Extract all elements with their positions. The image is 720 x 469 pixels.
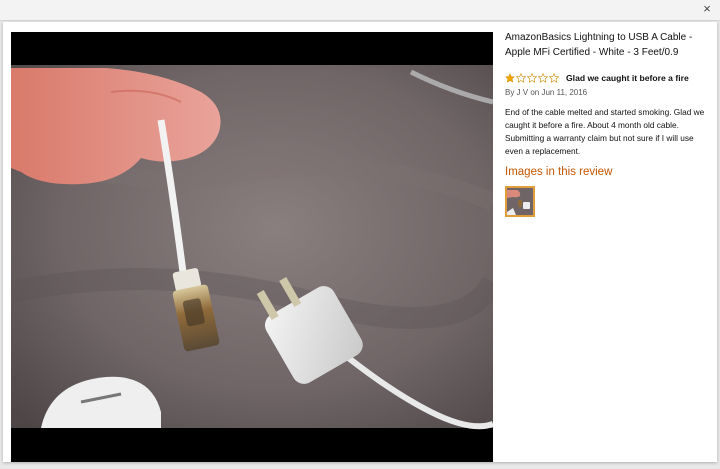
star-empty-icon (516, 73, 526, 83)
close-icon[interactable]: × (703, 1, 711, 16)
star-rating (505, 73, 560, 83)
review-byline: By J V on Jun 11, 2016 (505, 88, 588, 97)
modal-top-bar: × (0, 0, 720, 21)
star-empty-icon (527, 73, 537, 83)
review-photo (11, 32, 493, 462)
review-body: End of the cable melted and started smok… (505, 107, 705, 156)
review-image-modal: × AmazonBasics Lightning to USB A Cable … (0, 0, 720, 469)
images-section-heading: Images in this review (505, 166, 613, 178)
review-title[interactable]: Glad we caught it before a fire (566, 73, 689, 83)
review-image-thumbnail[interactable] (505, 186, 535, 217)
modal-panel: AmazonBasics Lightning to USB A Cable - … (3, 22, 717, 462)
rating-row: Glad we caught it before a fire (505, 71, 711, 85)
close-button[interactable]: × (700, 2, 714, 16)
star-empty-icon (538, 73, 548, 83)
star-empty-icon (549, 73, 559, 83)
review-image-viewer (11, 32, 493, 462)
review-info: AmazonBasics Lightning to USB A Cable - … (505, 30, 711, 217)
thumbnail-photo (507, 188, 533, 215)
star-filled-icon (505, 73, 515, 83)
product-title[interactable]: AmazonBasics Lightning to USB A Cable - … (505, 30, 711, 60)
